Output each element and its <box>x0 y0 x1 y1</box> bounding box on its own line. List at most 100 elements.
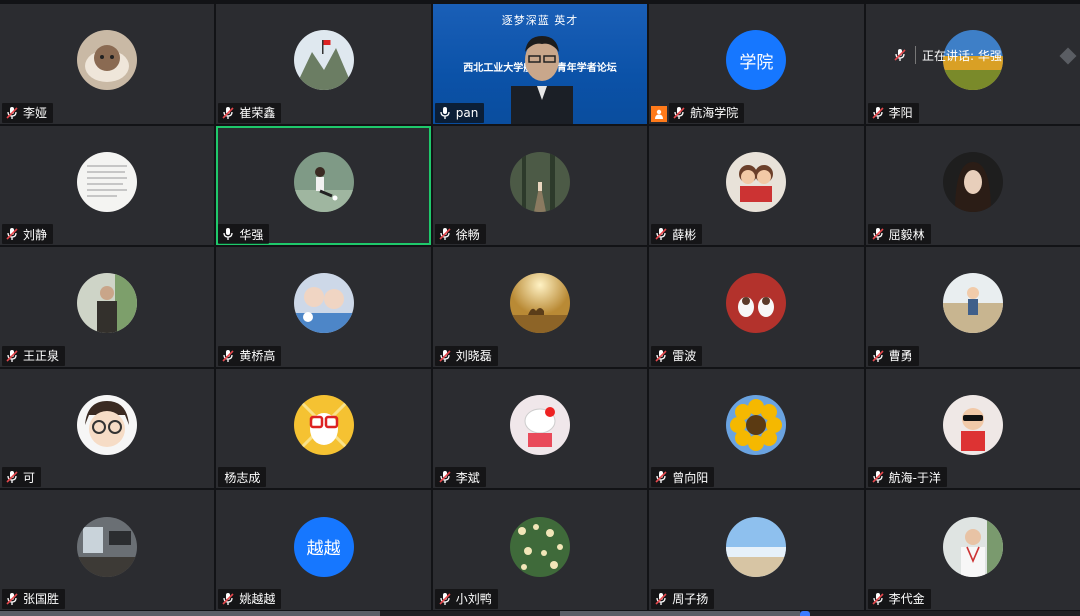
participant-nameplate: 屈毅林 <box>867 224 931 245</box>
mic-muted-icon <box>655 349 667 362</box>
mic-muted-icon <box>655 592 667 605</box>
scroll-thumb[interactable] <box>0 611 380 616</box>
avatar <box>77 516 138 577</box>
participant-nameplate: 李阳 <box>867 102 919 123</box>
participant-name: 曹勇 <box>888 349 913 364</box>
mic-muted-icon <box>222 106 234 119</box>
participant-tile[interactable]: 逐梦深蓝 英才 西北工业大学航海学 青年学者论坛 pan <box>432 4 648 124</box>
participant-tile[interactable]: 李娅 <box>0 4 215 124</box>
avatar <box>726 516 787 577</box>
participant-name: 刘晓磊 <box>455 349 492 364</box>
participant-name: 李阳 <box>888 106 913 121</box>
participant-name: 李娅 <box>23 106 48 121</box>
participant-nameplate: 周子扬 <box>651 588 715 609</box>
mic-muted-icon <box>655 228 667 241</box>
participant-tile[interactable]: 航海-于洋 <box>865 368 1080 489</box>
avatar <box>293 273 354 334</box>
avatar <box>726 151 787 212</box>
page-indicator-dot <box>800 611 810 616</box>
avatar <box>293 30 354 91</box>
participant-tile[interactable]: 可 <box>0 368 215 489</box>
participant-tile[interactable]: 黄桥高 <box>216 247 431 367</box>
participant-nameplate: 崔荣鑫 <box>218 102 282 123</box>
participant-nameplate: 曾向阳 <box>651 467 715 488</box>
mic-muted-icon <box>439 349 451 362</box>
mic-muted-icon <box>872 471 884 484</box>
participant-tile[interactable]: 周子扬 <box>649 490 864 610</box>
participant-tile[interactable]: 刘静 <box>0 125 215 246</box>
participant-nameplate: 华强 <box>218 224 270 245</box>
avatar <box>726 273 787 334</box>
avatar <box>942 395 1003 455</box>
participant-nameplate: 航海学院 <box>669 102 745 123</box>
mic-on-icon <box>440 106 450 119</box>
avatar <box>509 151 570 212</box>
participant-name: 姚越越 <box>239 592 276 607</box>
participant-tile[interactable]: 徐畅 <box>432 125 648 246</box>
participant-nameplate: 黄桥高 <box>218 345 282 366</box>
scroll-track-segment <box>560 611 800 616</box>
mic-muted-icon <box>6 106 18 119</box>
horizontal-scrollbar[interactable] <box>0 611 1080 616</box>
mic-muted-icon <box>673 106 685 119</box>
participant-tile[interactable]: 薛彬 <box>649 125 864 246</box>
participant-tile[interactable]: 杨志成 <box>216 368 431 489</box>
mic-muted-icon <box>894 49 906 61</box>
avatar <box>77 30 138 91</box>
participant-nameplate: 刘静 <box>2 224 54 245</box>
person-icon <box>651 105 668 122</box>
participant-nameplate: pan <box>434 102 485 123</box>
participant-tile[interactable]: 小刘鸭 <box>432 490 648 610</box>
participant-name: 王正泉 <box>23 349 60 364</box>
participant-tile[interactable]: 曾向阳 <box>649 368 864 489</box>
participant-tile[interactable]: 学院航海学院 <box>649 4 864 124</box>
avatar <box>726 395 787 455</box>
mic-muted-icon <box>6 471 18 484</box>
mic-muted-icon <box>6 592 18 605</box>
participant-nameplate: 王正泉 <box>2 345 66 366</box>
participant-tile[interactable]: 曹勇 <box>865 247 1080 367</box>
avatar <box>77 273 138 334</box>
participant-tile[interactable]: 李斌 <box>432 368 648 489</box>
participant-tile[interactable]: 越越姚越越 <box>216 490 431 610</box>
avatar <box>77 395 138 455</box>
participant-name: pan <box>455 105 479 120</box>
participant-tile[interactable]: 屈毅林 <box>865 125 1080 246</box>
participant-tile[interactable]: 张国胜 <box>0 490 215 610</box>
participant-name: 徐畅 <box>455 227 480 242</box>
participant-name: 屈毅林 <box>888 227 925 242</box>
participant-name: 崔荣鑫 <box>239 106 276 121</box>
mic-muted-icon <box>439 471 451 484</box>
participant-tile[interactable]: 崔荣鑫 <box>216 4 431 124</box>
mic-muted-icon <box>6 349 18 362</box>
avatar <box>293 395 354 455</box>
avatar-initials: 越越 <box>306 539 341 560</box>
speaking-indicator: 正在讲话: 华强 <box>893 44 1002 66</box>
participant-nameplate: 刘晓磊 <box>434 345 498 366</box>
participant-nameplate: 雷波 <box>651 345 703 366</box>
avatar: 学院 <box>726 30 787 91</box>
speaker-figure <box>510 36 573 124</box>
avatar <box>942 273 1003 334</box>
participant-nameplate: 小刘鸭 <box>434 588 498 609</box>
participant-name: 杨志成 <box>224 470 261 485</box>
participant-name: 华强 <box>239 227 264 242</box>
mic-muted-icon <box>6 228 18 241</box>
mic-muted-icon <box>872 106 884 119</box>
mic-muted-icon <box>222 349 234 362</box>
avatar <box>942 151 1003 212</box>
participant-tile[interactable]: 王正泉 <box>0 247 215 367</box>
avatar <box>293 151 354 212</box>
participant-name: 雷波 <box>672 349 697 364</box>
avatar <box>509 273 570 334</box>
participant-nameplate: 张国胜 <box>2 588 66 609</box>
participant-name: 小刘鸭 <box>455 592 492 607</box>
participant-tile[interactable]: 华强 <box>216 125 431 246</box>
participant-tile[interactable]: 李代金 <box>865 490 1080 610</box>
participant-nameplate: 曹勇 <box>867 345 919 366</box>
participant-nameplate: 姚越越 <box>218 588 282 609</box>
avatar <box>942 516 1003 577</box>
speaking-label: 正在讲话: 华强 <box>922 48 1002 63</box>
participant-tile[interactable]: 刘晓磊 <box>432 247 648 367</box>
participant-tile[interactable]: 雷波 <box>649 247 864 367</box>
